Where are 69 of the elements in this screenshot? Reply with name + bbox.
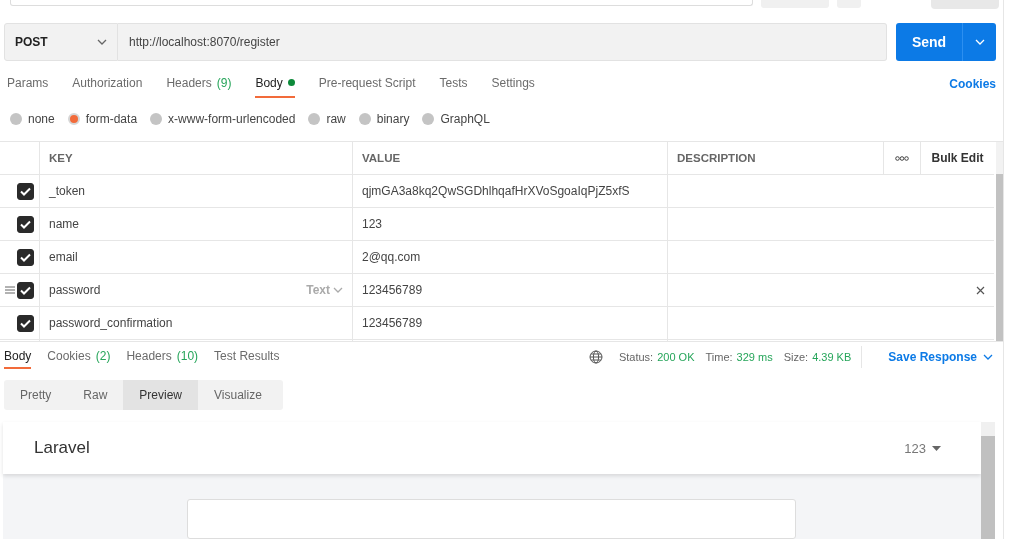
value-text[interactable]: qjmGA3a8kq2QwSGDhlhqafHrXVoSgoaIqPjZ5xfS: [362, 184, 630, 199]
check-icon: [20, 219, 31, 229]
tab[interactable]: Params: [7, 69, 49, 98]
scrollbar[interactable]: [996, 142, 1003, 341]
globe-icon[interactable]: [588, 350, 603, 364]
top-field[interactable]: [10, 0, 753, 6]
column-header: DESCRIPTION: [668, 142, 884, 176]
checkbox[interactable]: [17, 281, 34, 299]
check-icon: [20, 318, 31, 328]
view-mode-tab[interactable]: Pretty: [4, 380, 68, 410]
url-field[interactable]: http://localhost:8070/register: [118, 22, 887, 61]
check-icon: [20, 285, 31, 295]
caret-icon: [974, 38, 985, 45]
cookies-link[interactable]: Cookies: [949, 76, 996, 91]
stat-value: 200 OK: [657, 351, 695, 363]
value-text[interactable]: 123456789: [362, 283, 423, 298]
tab[interactable]: Body: [4, 345, 32, 369]
view-mode-tab[interactable]: Preview: [123, 380, 199, 410]
stat-value: 4.39 KB: [812, 351, 852, 363]
key-text[interactable]: password_confirmation: [49, 316, 173, 331]
checkbox[interactable]: [17, 248, 34, 266]
key-text[interactable]: password: [49, 283, 101, 298]
column-header: KEY: [40, 142, 353, 176]
stat-value: 329 ms: [736, 351, 773, 363]
method-dropdown[interactable]: POST: [4, 22, 118, 61]
key-text[interactable]: name: [49, 217, 80, 232]
tab[interactable]: Tests: [439, 69, 468, 98]
radio-option[interactable]: raw: [308, 111, 346, 126]
key-text[interactable]: _token: [49, 184, 86, 199]
checkbox[interactable]: [17, 215, 34, 233]
close-icon[interactable]: [976, 285, 985, 295]
tab[interactable]: Headers (10): [126, 345, 199, 369]
key-text[interactable]: email: [49, 250, 78, 265]
view-mode-tab[interactable]: Raw: [67, 380, 124, 410]
tab[interactable]: Test Results: [214, 345, 280, 369]
drag-handle-icon[interactable]: [5, 285, 15, 296]
save-response-button[interactable]: Save Response: [878, 349, 999, 365]
caret-icon: [97, 38, 107, 45]
more-options-icon[interactable]: [884, 142, 921, 176]
scrollbar[interactable]: [981, 422, 995, 539]
radio-option[interactable]: x-www-form-urlencoded: [150, 111, 296, 126]
stat-label: Status:: [618, 351, 654, 363]
stat-label: Size:: [783, 351, 809, 363]
column-header: VALUE: [353, 142, 668, 176]
radio-option[interactable]: binary: [358, 111, 410, 126]
tab[interactable]: Headers (9): [166, 69, 232, 98]
tab[interactable]: Body: [255, 69, 295, 98]
radio-option[interactable]: none: [10, 111, 55, 126]
value-text[interactable]: 123456789: [362, 316, 423, 331]
check-icon: [20, 186, 31, 196]
check-icon: [20, 252, 31, 262]
user-menu[interactable]: 123: [904, 440, 941, 456]
tab[interactable]: Settings: [491, 69, 535, 98]
stat-label: Time:: [705, 351, 733, 363]
tab[interactable]: Pre-request Script: [318, 69, 416, 98]
view-mode-tab[interactable]: Visualize: [198, 380, 278, 410]
tab[interactable]: Cookies (2): [47, 345, 111, 369]
caret-icon: [932, 445, 941, 451]
radio-option[interactable]: form-data: [67, 111, 138, 126]
caret-icon: [983, 354, 993, 360]
value-text[interactable]: 123: [362, 217, 383, 232]
checkbox[interactable]: [17, 314, 34, 332]
site-title[interactable]: Laravel: [34, 438, 90, 458]
bulk-edit-link[interactable]: Bulk Edit: [921, 142, 994, 176]
caret-icon: [333, 287, 343, 294]
tab[interactable]: Authorization: [72, 69, 143, 98]
checkbox[interactable]: [17, 182, 34, 200]
value-text[interactable]: 2@qq.com: [362, 250, 421, 265]
radio-option[interactable]: GraphQL: [422, 111, 490, 126]
